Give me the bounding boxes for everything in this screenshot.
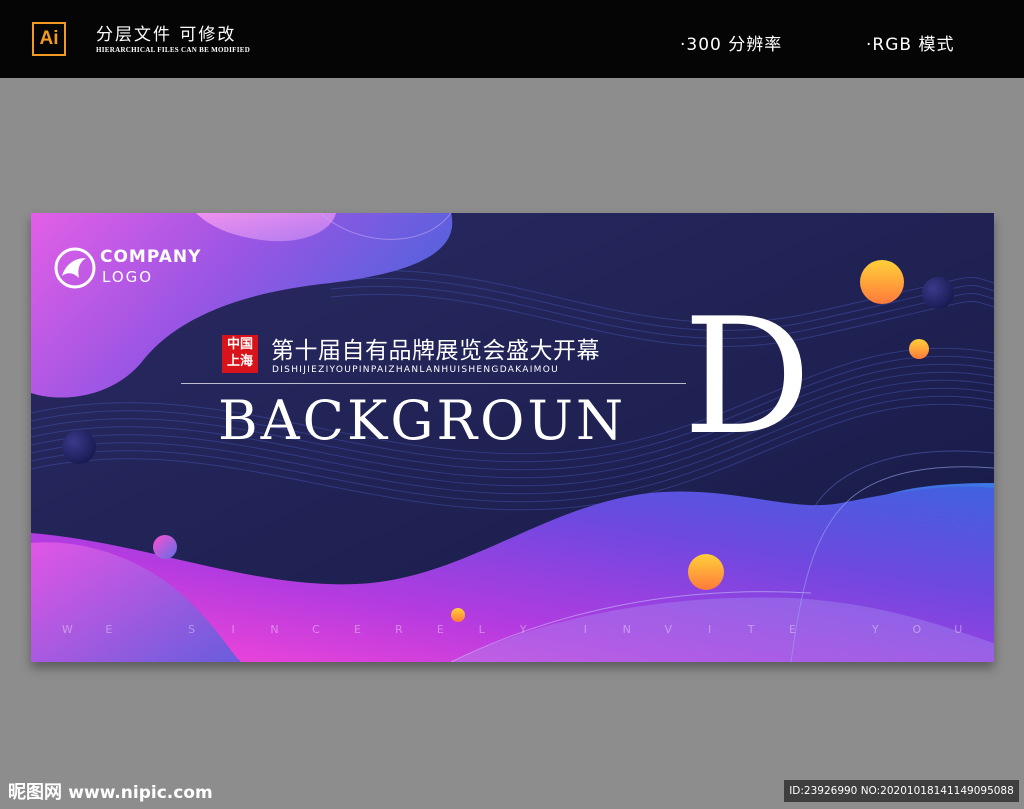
invite-letter: L [478,623,485,636]
nipic-url: www.nipic.com [68,783,213,803]
invite-letter: E [789,623,796,636]
invite-letter: S [188,623,196,636]
resolution-spec: ·300 分辨率 [680,35,783,55]
layered-file-subtitle: HIERARCHICAL FILES CAN BE MODIFIED [96,46,251,54]
nipic-site-name: 昵图网 [8,782,62,803]
big-letter-d: D [683,283,812,470]
title-divider [181,383,686,384]
invite-line: WESINCERELYINVITEYOU [57,623,969,636]
invite-letter: T [747,623,755,636]
layered-file-title: 分层文件 可修改 [96,25,237,45]
invite-letter: C [312,623,320,636]
invite-letter: U [954,623,963,636]
image-id-label: ID:23926990 NO:20201018141149095088 [784,780,1019,802]
invite-letter: I [583,623,587,636]
company-logo-icon [54,247,96,289]
invite-letter: O [912,623,922,636]
logo-logo-text: LOGO [102,268,154,286]
color-mode-spec: ·RGB 模式 [866,35,955,55]
exhibition-title: 第十届自有品牌展览会盛大开幕 [271,338,600,364]
invite-letter: E [105,623,113,636]
invite-letter: R [395,623,403,636]
invite-letter: Y [519,623,527,636]
seal-line-2: 上海 [226,354,253,369]
nipic-watermark: 昵图网 www.nipic.com [8,778,213,804]
background-word: BACKGROUN [218,389,627,452]
exhibition-title-pinyin: DISHIJIEZIYOUPINPAIZHANLANHUISHENGDAKAIM… [272,365,560,375]
shanghai-china-seal: 中国 上海 [222,335,258,373]
invite-letter: I [231,623,235,636]
invite-letter: N [622,623,631,636]
invite-letter: N [270,623,279,636]
seal-line-1: 中国 [226,337,253,352]
illustrator-icon: Ai [32,22,66,56]
invite-letter: E [353,623,361,636]
invite-letter: Y [872,623,879,636]
logo-company-text: COMPANY [100,247,202,267]
top-info-bar: Ai 分层文件 可修改 HIERARCHICAL FILES CAN BE MO… [0,0,1024,78]
invite-letter: V [664,623,672,636]
invite-letter: E [436,623,444,636]
invite-letter: W [61,623,73,636]
invite-letter: I [708,623,712,636]
background-banner: COMPANY LOGO 中国 上海 第十届自有品牌展览会盛大开幕 DISHIJ… [31,213,994,662]
